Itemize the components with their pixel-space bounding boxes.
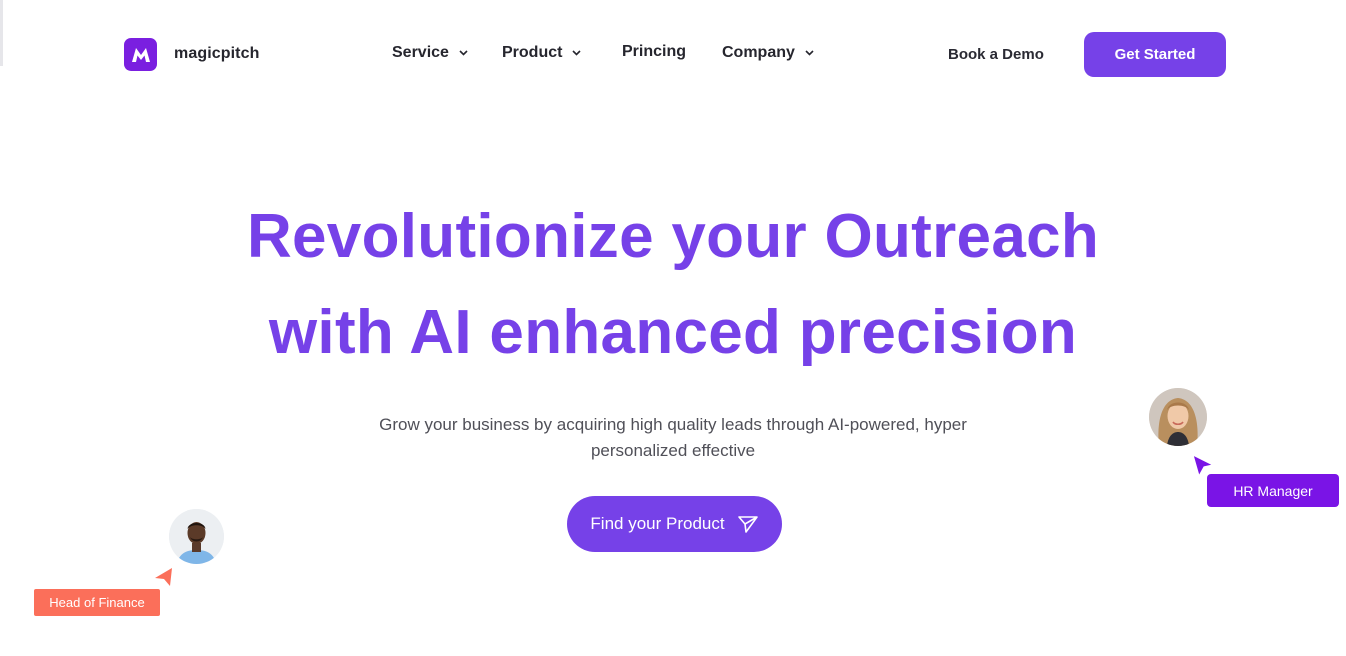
cursor-pointer-icon xyxy=(155,568,172,586)
chevron-down-icon xyxy=(805,50,814,56)
find-product-button[interactable]: Find your Product xyxy=(567,496,782,552)
hero-headline-line1: Revolutionize your Outreach xyxy=(246,202,1100,271)
hero-subtext-line2: personalized effective xyxy=(590,441,756,460)
hr-manager-tag: HR Manager xyxy=(1207,474,1339,507)
logo-glyph xyxy=(131,47,150,62)
hero-headline-line2: with AI enhanced precision xyxy=(268,298,1078,367)
magicpitch-logo-icon[interactable] xyxy=(124,38,157,71)
finance-person-avatar xyxy=(169,509,224,564)
nav-product-label: Product xyxy=(502,44,563,61)
nav-company[interactable]: Company xyxy=(722,44,814,62)
hr-person-avatar xyxy=(1149,388,1207,446)
chevron-down-icon xyxy=(459,50,468,56)
nav-service-label: Service xyxy=(392,44,449,61)
nav-pricing-label: Princing xyxy=(622,43,687,60)
brand-name[interactable]: magicpitch xyxy=(174,45,259,63)
send-icon xyxy=(737,516,758,533)
nav-pricing[interactable]: Princing xyxy=(622,43,686,61)
book-demo-link[interactable]: Book a Demo xyxy=(948,46,1044,63)
find-product-label: Find your Product xyxy=(590,514,725,533)
head-of-finance-tag: Head of Finance xyxy=(34,589,160,616)
nav-service[interactable]: Service xyxy=(392,44,468,62)
nav-product[interactable]: Product xyxy=(502,44,582,62)
nav-company-label: Company xyxy=(722,44,795,61)
chevron-down-icon xyxy=(572,50,582,56)
hero-subtext-line1: Grow your business by acquiring high qua… xyxy=(379,415,967,434)
get-started-button[interactable]: Get Started xyxy=(1084,32,1226,77)
window-edge xyxy=(0,0,3,66)
